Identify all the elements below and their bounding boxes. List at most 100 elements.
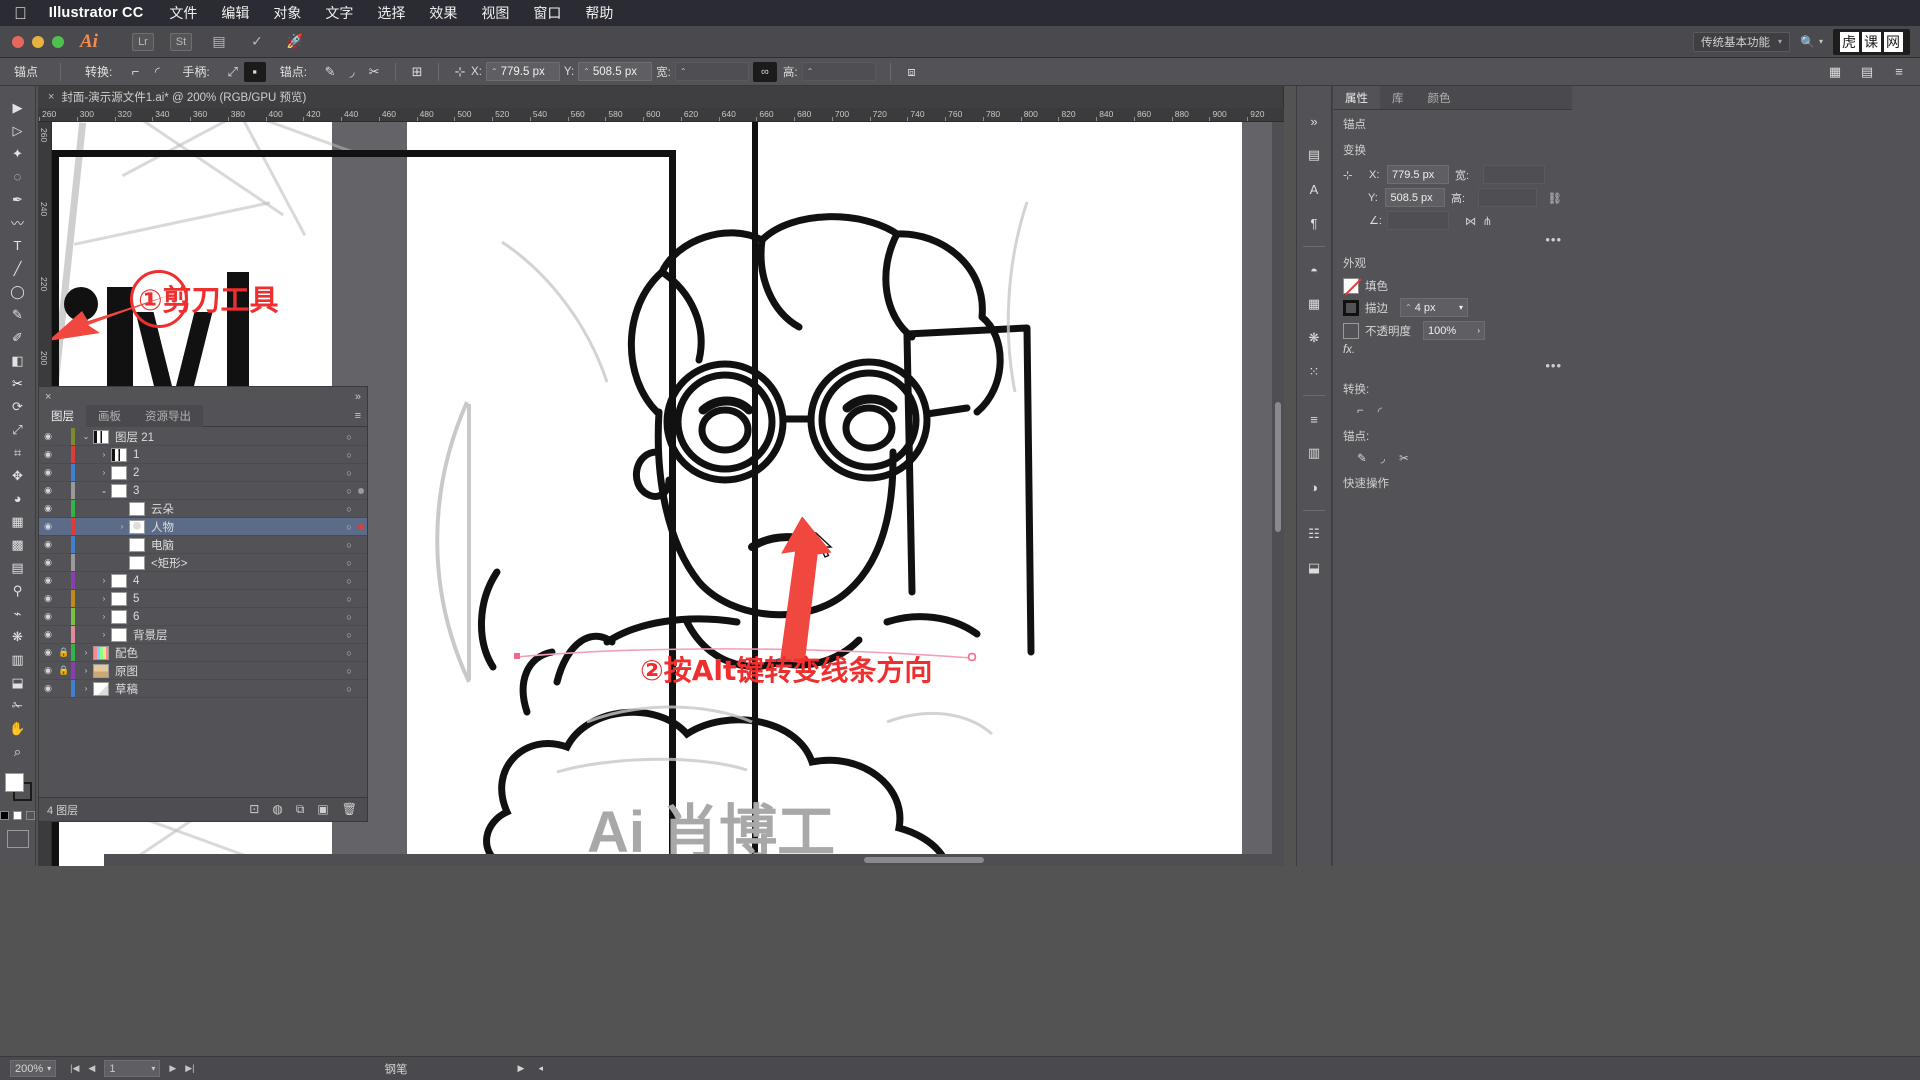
eye-icon[interactable]: ◉ — [39, 665, 57, 676]
eye-icon[interactable]: ◉ — [39, 557, 57, 568]
tool-eraser[interactable]: ◧ — [3, 349, 33, 372]
tool-column-graph[interactable]: ▥ — [3, 648, 33, 671]
previous-artboard-button[interactable]: ◀ — [88, 1063, 95, 1074]
tool-zoom[interactable]: ⌕ — [3, 740, 33, 763]
none-fill-icon[interactable] — [26, 811, 35, 820]
tool-scale[interactable]: ⤢ — [3, 418, 33, 441]
tab-layers[interactable]: 图层 — [39, 405, 86, 427]
layer-name[interactable]: 4 — [133, 575, 343, 587]
collapse-rail-icon[interactable]: » — [1301, 110, 1327, 132]
character-icon[interactable]: A — [1301, 178, 1327, 200]
tab-artboards[interactable]: 画板 — [86, 405, 133, 427]
tool-blend[interactable]: ⌁ — [3, 602, 33, 625]
layer-row[interactable]: ◉ › 1 ○ — [39, 446, 367, 464]
tool-mesh[interactable]: ▩ — [3, 533, 33, 556]
target-indicator-icon[interactable]: ○ — [343, 432, 355, 442]
swatches-icon[interactable]: ⁙ — [1301, 361, 1327, 383]
properties-x-field[interactable]: 779.5 px — [1387, 165, 1449, 184]
tool-paintbrush[interactable]: ✎ — [3, 303, 33, 326]
convert-to-smooth-icon[interactable]: ◜ — [1378, 404, 1382, 418]
delete-layer-icon[interactable]: 🗑 — [342, 802, 357, 817]
tool-perspective-grid[interactable]: ▦ — [3, 510, 33, 533]
apple-menu-icon[interactable]:  — [14, 5, 27, 22]
target-indicator-icon[interactable]: ○ — [343, 486, 355, 496]
disclosure-triangle-icon[interactable]: › — [97, 450, 111, 459]
disclosure-triangle-icon[interactable]: ⌄ — [97, 486, 111, 495]
tab-color[interactable]: 颜色 — [1416, 86, 1463, 109]
stepper-icon[interactable]: ⌃ — [1405, 303, 1412, 312]
new-layer-icon[interactable]: ▣ — [317, 802, 328, 817]
disclosure-triangle-icon[interactable]: › — [97, 468, 111, 477]
tab-asset-export[interactable]: 资源导出 — [133, 405, 203, 427]
layer-row[interactable]: ◉ › 2 ○ — [39, 464, 367, 482]
gradient-icon[interactable]: ▥ — [1301, 442, 1327, 464]
menu-type[interactable]: 文字 — [325, 3, 353, 23]
current-tool-label[interactable]: 钢笔 — [385, 1061, 408, 1077]
eye-icon[interactable]: ◉ — [39, 575, 57, 586]
eye-icon[interactable]: ◉ — [39, 629, 57, 640]
show-handles-icon[interactable]: ⤢ — [222, 62, 244, 82]
locate-object-icon[interactable]: ⊡ — [249, 802, 259, 817]
tab-libraries[interactable]: 库 — [1380, 86, 1416, 109]
eye-icon[interactable]: ◉ — [39, 647, 57, 658]
tool-shape-builder[interactable]: ◕ — [3, 487, 33, 510]
layer-row[interactable]: ◉ › 4 ○ — [39, 572, 367, 590]
tool-curvature[interactable]: 〰 — [3, 211, 33, 234]
disclosure-triangle-icon[interactable]: › — [97, 612, 111, 621]
tool-symbol-sprayer[interactable]: ❋ — [3, 625, 33, 648]
convert-to-corner-icon[interactable]: ⌐ — [1357, 405, 1364, 417]
properties-y-field[interactable]: 508.5 px — [1385, 188, 1445, 207]
menu-window[interactable]: 窗口 — [533, 3, 561, 23]
flip-vertical-icon[interactable]: ⋔ — [1483, 214, 1493, 228]
symbols-icon[interactable]: ❋ — [1301, 327, 1327, 349]
remove-anchor-icon[interactable]: ✎ — [319, 62, 341, 82]
fill-color-swatch[interactable] — [1343, 278, 1362, 296]
rocket-icon[interactable]: 🚀 — [284, 33, 306, 51]
tool-scissors[interactable]: ✂ — [3, 372, 33, 395]
cut-path-icon[interactable]: ✂ — [363, 62, 385, 82]
horizontal-ruler[interactable]: 260 300 320 340 360 380 400 420 440 460 480 500 520 5… — [38, 108, 1284, 122]
lock-icon[interactable]: 🔒 — [57, 665, 71, 676]
menu-effect[interactable]: 效果 — [429, 3, 457, 23]
tool-pen[interactable]: ✒ — [3, 188, 33, 211]
target-indicator-icon[interactable]: ○ — [343, 576, 355, 586]
disclosure-triangle-icon[interactable]: › — [97, 594, 111, 603]
transparency-icon[interactable]: ◑ — [1301, 476, 1327, 498]
tool-artboard[interactable]: ⬓ — [3, 671, 33, 694]
opacity-field[interactable]: 100% › — [1423, 321, 1485, 340]
eye-icon[interactable]: ◉ — [39, 485, 57, 496]
tool-rotate[interactable]: ⟳ — [3, 395, 33, 418]
x-coordinate-field[interactable]: ⌃ 779.5 px — [485, 62, 560, 81]
fx-icon[interactable]: fx. — [1343, 344, 1355, 356]
layer-name[interactable]: 2 — [133, 467, 343, 479]
status-play-icon[interactable]: ▶ — [518, 1063, 525, 1074]
properties-width-field[interactable] — [1483, 165, 1545, 184]
layer-name[interactable]: 5 — [133, 593, 343, 605]
close-icon[interactable]: × — [48, 91, 54, 103]
target-indicator-icon[interactable]: ○ — [343, 450, 355, 460]
menu-view[interactable]: 视图 — [481, 3, 509, 23]
align-objects-icon[interactable]: ⊞ — [406, 62, 428, 82]
layer-name[interactable]: 电脑 — [151, 537, 343, 553]
eye-icon[interactable]: ◉ — [39, 431, 57, 442]
collapse-panel-icon[interactable]: » — [355, 391, 361, 403]
disclosure-triangle-icon[interactable]: › — [79, 648, 93, 657]
remove-anchor-icon[interactable]: ✎ — [1357, 451, 1367, 465]
color-mode-buttons[interactable] — [0, 811, 35, 820]
tab-properties[interactable]: 属性 — [1333, 86, 1380, 109]
layer-row[interactable]: ◉ › 5 ○ — [39, 590, 367, 608]
stepper-icon[interactable]: ⌃ — [491, 67, 498, 76]
target-indicator-icon[interactable]: ○ — [343, 558, 355, 568]
target-indicator-icon[interactable]: ○ — [343, 630, 355, 640]
layer-row[interactable]: ◉ 云朵 ○ — [39, 500, 367, 518]
link-icon[interactable]: ∞ — [752, 61, 777, 82]
selection-indicator[interactable] — [355, 485, 367, 497]
layer-row[interactable]: ◉ › 6 ○ — [39, 608, 367, 626]
tool-lasso[interactable]: ◌ — [3, 165, 33, 188]
stock-icon[interactable]: St — [169, 32, 192, 51]
layer-name[interactable]: 人物 — [151, 519, 343, 535]
tool-direct-selection[interactable]: ▷ — [3, 119, 33, 142]
bridge-icon[interactable]: Lr — [131, 32, 154, 51]
zoom-level-field[interactable]: 200% ▾ — [10, 1060, 57, 1077]
width-field[interactable]: ⌃ — [674, 62, 749, 81]
